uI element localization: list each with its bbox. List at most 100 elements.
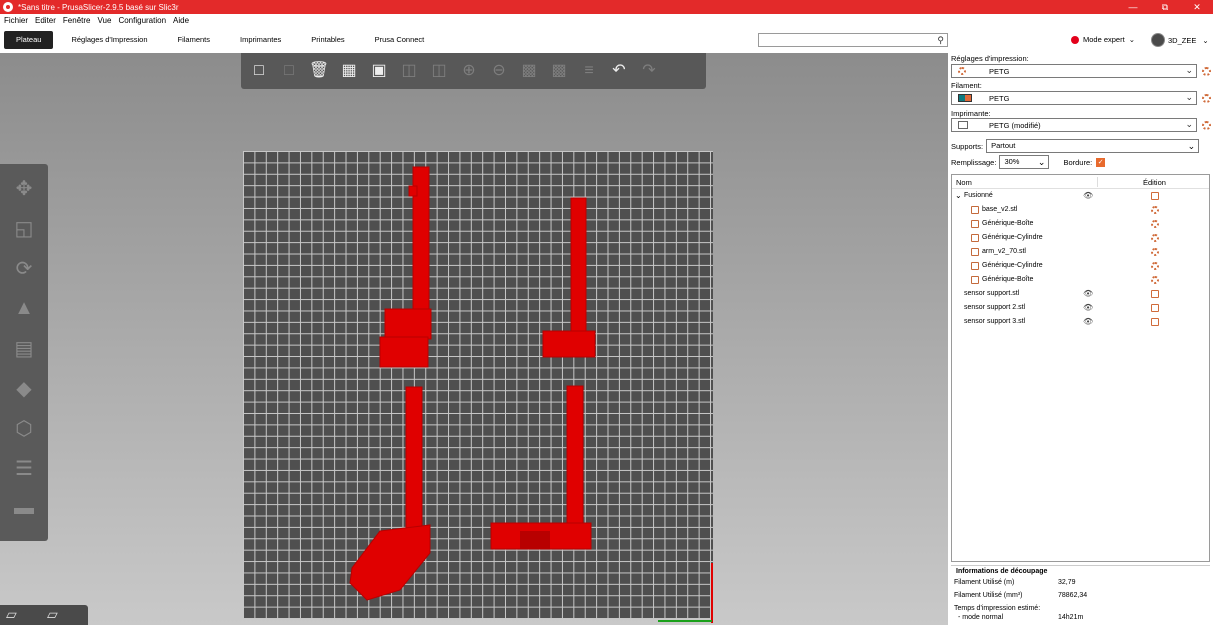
- supports-combo[interactable]: Partout ⌄: [986, 139, 1200, 153]
- model-fusionne[interactable]: [379, 166, 432, 368]
- arrange-selection-icon[interactable]: ▣: [367, 59, 391, 83]
- list-item[interactable]: base_v2.stl: [952, 203, 1209, 217]
- list-item[interactable]: sensor support 3.stl 👁: [952, 315, 1209, 329]
- tab-prusa-connect[interactable]: Prusa Connect: [363, 31, 437, 49]
- settings-icon[interactable]: [1151, 234, 1159, 242]
- part-icon: [971, 206, 979, 214]
- slice-info: Informations de découpage Filament Utili…: [951, 565, 1210, 625]
- search-input[interactable]: ⚲: [758, 33, 948, 47]
- menu-aide[interactable]: Aide: [173, 16, 189, 25]
- filament-gear-icon[interactable]: [1202, 94, 1211, 103]
- object-name: sensor support 2.stl: [964, 304, 1026, 311]
- menu-editer[interactable]: Editer: [35, 16, 56, 25]
- search-icon[interactable]: ⚲: [937, 35, 944, 46]
- settings-icon[interactable]: [1151, 220, 1159, 228]
- eye-icon[interactable]: 👁: [1083, 191, 1093, 200]
- delete-icon[interactable]: □: [277, 59, 301, 83]
- menu-fichier[interactable]: Fichier: [4, 16, 28, 25]
- split-parts-icon[interactable]: ▩: [547, 59, 571, 83]
- eye-icon[interactable]: 👁: [1083, 289, 1093, 298]
- move-icon[interactable]: ✥: [8, 172, 40, 204]
- model-sensor-support-2[interactable]: [349, 386, 431, 601]
- part-name: Générique-Boîte: [982, 220, 1034, 227]
- tab-printables[interactable]: Printables: [299, 31, 356, 49]
- list-item[interactable]: sensor support.stl 👁: [952, 287, 1209, 301]
- menu-bar: Fichier Editer Fenêtre Vue Configuration…: [0, 14, 1213, 27]
- print-settings-gear-icon[interactable]: [1202, 67, 1211, 76]
- support-painting-icon[interactable]: ◆: [8, 372, 40, 404]
- sidebar-panel: Réglages d'impression: PETG ⌄ Filament: …: [948, 53, 1213, 625]
- settings-icon[interactable]: [1151, 276, 1159, 284]
- menu-fenetre[interactable]: Fenêtre: [63, 16, 91, 25]
- list-item[interactable]: ⌄ Fusionné 👁: [952, 189, 1209, 203]
- chevron-down-icon: ⌄: [1037, 157, 1046, 167]
- maximize-button[interactable]: ⧉: [1149, 2, 1181, 13]
- variable-layer-icon[interactable]: ☰: [8, 452, 40, 484]
- model-sensor-support[interactable]: [542, 197, 596, 358]
- print-settings-combo[interactable]: PETG ⌄: [951, 64, 1197, 78]
- object-name: sensor support.stl: [964, 290, 1020, 297]
- column-name[interactable]: Nom: [956, 178, 972, 187]
- settings-icon[interactable]: [1151, 248, 1159, 256]
- add-object-icon[interactable]: □: [247, 59, 271, 83]
- copy-icon[interactable]: ◫: [397, 59, 421, 83]
- print-time-label: Temps d'impression estimé:: [954, 605, 1041, 612]
- printer-combo[interactable]: PETG (modifié) ⌄: [951, 118, 1197, 132]
- tab-printers[interactable]: Imprimantes: [228, 31, 293, 49]
- tab-bar: Plateau Réglages d'Impression Filaments …: [0, 27, 1213, 53]
- list-item[interactable]: Générique-Cylindre: [952, 259, 1209, 273]
- edit-icon[interactable]: [1151, 304, 1159, 312]
- infill-combo[interactable]: 30% ⌄: [999, 155, 1050, 169]
- minimize-button[interactable]: —: [1117, 2, 1149, 12]
- redo-icon[interactable]: ↷: [637, 59, 661, 83]
- 3d-view-icon[interactable]: ▱: [6, 606, 37, 624]
- list-item[interactable]: Générique-Boîte: [952, 273, 1209, 287]
- scale-icon[interactable]: ◱: [8, 212, 40, 244]
- undo-icon[interactable]: ↶: [607, 59, 631, 83]
- object-list[interactable]: Nom Édition ⌄ Fusionné 👁 base_v2.stl Gén…: [951, 174, 1210, 562]
- list-item[interactable]: Générique-Cylindre: [952, 231, 1209, 245]
- tab-plateau[interactable]: Plateau: [4, 31, 54, 49]
- split-objects-icon[interactable]: ▩: [517, 59, 541, 83]
- remove-instance-icon[interactable]: ⊖: [487, 59, 511, 83]
- menu-configuration[interactable]: Configuration: [118, 16, 166, 25]
- edit-icon[interactable]: [1151, 290, 1159, 298]
- mode-label: Mode expert: [1083, 35, 1125, 44]
- avatar: [1151, 33, 1165, 47]
- rotate-icon[interactable]: ⟳: [8, 252, 40, 284]
- eye-icon[interactable]: 👁: [1083, 317, 1093, 326]
- eye-icon[interactable]: 👁: [1083, 303, 1093, 312]
- add-instance-icon[interactable]: ⊕: [457, 59, 481, 83]
- tab-print-settings[interactable]: Réglages d'Impression: [59, 31, 159, 49]
- place-on-face-icon[interactable]: ▲: [8, 292, 40, 324]
- brim-checkbox[interactable]: ✓: [1096, 157, 1106, 167]
- paste-icon[interactable]: ◫: [427, 59, 451, 83]
- menu-vue[interactable]: Vue: [98, 16, 112, 25]
- cut-icon[interactable]: ▤: [8, 332, 40, 364]
- edit-icon[interactable]: [1151, 192, 1159, 200]
- arrange-icon[interactable]: ▦: [337, 59, 361, 83]
- list-item[interactable]: sensor support 2.stl 👁: [952, 301, 1209, 315]
- user-account[interactable]: 3D_ZEE ⌄: [1151, 33, 1209, 47]
- close-button[interactable]: ✕: [1181, 2, 1213, 13]
- settings-icon[interactable]: [1151, 262, 1159, 270]
- seam-painting-icon[interactable]: ⬡: [8, 412, 40, 444]
- delete-all-icon[interactable]: 🗑: [307, 59, 331, 83]
- model-sensor-support-3[interactable]: [490, 385, 592, 550]
- edit-icon[interactable]: [1151, 318, 1159, 326]
- 3d-viewport[interactable]: □ □ 🗑 ▦ ▣ ◫ ◫ ⊕ ⊖ ▩ ▩ ≡ ↶ ↷ ✥ ◱ ⟳ ▲ ▤ ◆ …: [0, 53, 948, 625]
- part-icon: [971, 220, 979, 228]
- preview-icon[interactable]: ▱: [47, 606, 78, 624]
- tab-filaments[interactable]: Filaments: [166, 31, 223, 49]
- measure-icon[interactable]: ▬: [8, 492, 40, 524]
- chevron-down-icon[interactable]: ⌄: [955, 191, 962, 200]
- filament-combo[interactable]: PETG ⌄: [951, 91, 1197, 105]
- list-item[interactable]: Générique-Boîte: [952, 217, 1209, 231]
- settings-icon[interactable]: [1151, 206, 1159, 214]
- layers-editing-icon[interactable]: ≡: [577, 59, 601, 83]
- models-layer[interactable]: [0, 53, 948, 625]
- printer-gear-icon[interactable]: [1202, 121, 1211, 130]
- column-edit[interactable]: Édition: [1143, 178, 1166, 187]
- list-item[interactable]: arm_v2_70.stl: [952, 245, 1209, 259]
- mode-selector[interactable]: Mode expert ⌄: [1071, 35, 1135, 44]
